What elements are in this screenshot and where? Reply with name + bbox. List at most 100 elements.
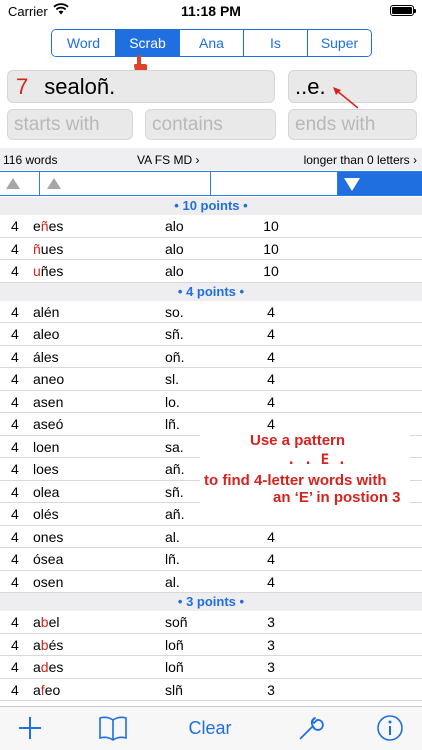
word-part: e: [33, 218, 41, 234]
word-text: ones: [33, 526, 63, 548]
info-bar: 116 words VA FS MD › longer than 0 lette…: [0, 148, 422, 170]
word-text: alén: [33, 301, 59, 323]
tab-is[interactable]: Is: [243, 30, 307, 56]
remaining-letters: lo.: [165, 393, 180, 410]
word-points: 4: [267, 371, 275, 387]
clock: 11:18 PM: [181, 3, 241, 19]
word-length: 4: [11, 416, 19, 432]
length-filter-button[interactable]: longer than 0 letters ›: [304, 153, 417, 167]
word-row[interactable]: 4 alén so. 4: [0, 301, 422, 323]
word-length: 4: [11, 393, 19, 410]
remaining-letters: alo: [165, 218, 184, 234]
tab-scrab[interactable]: Scrab: [115, 30, 179, 56]
info-icon[interactable]: [376, 713, 404, 743]
bottom-toolbar: Clear: [0, 706, 422, 750]
remaining-letters: lñ.: [165, 551, 180, 567]
word-length: 4: [11, 348, 19, 365]
remaining-letters: loñ: [165, 636, 184, 653]
word-length: 4: [11, 614, 19, 630]
word-blank-letter: d: [40, 659, 49, 675]
word-part: aneo: [33, 371, 65, 387]
ends-with-field[interactable]: ends with: [288, 109, 417, 140]
word-points: 10: [263, 263, 279, 279]
sort-length-button[interactable]: [0, 172, 40, 195]
annotation-line-2: . . E .: [287, 452, 347, 468]
letters-input[interactable]: 7 sealoñ.: [7, 70, 275, 103]
word-text: afeo: [33, 679, 60, 701]
word-part: a: [33, 636, 41, 653]
word-row[interactable]: 4 aleo sñ. 4: [0, 323, 422, 346]
remaining-letters: sñ.: [165, 326, 184, 342]
word-text: aneo: [33, 368, 64, 390]
word-length: 4: [11, 483, 19, 500]
word-row[interactable]: 4 aneo sl. 4: [0, 368, 422, 391]
word-length: 4: [11, 371, 19, 387]
word-text: abel: [33, 611, 60, 633]
remaining-letters: soñ: [165, 614, 188, 630]
word-part: asen: [33, 393, 64, 410]
clear-button[interactable]: Clear: [184, 713, 236, 743]
word-part: áles: [33, 348, 59, 365]
word-row[interactable]: 4 uñes alo 10: [0, 260, 422, 283]
word-points: 4: [267, 573, 275, 590]
tab-ana[interactable]: Ana: [179, 30, 243, 56]
word-text: olea: [33, 481, 59, 503]
word-length: 4: [11, 438, 19, 455]
wrench-icon[interactable]: [296, 713, 324, 743]
tab-super[interactable]: Super: [307, 30, 371, 56]
contains-field[interactable]: contains: [145, 109, 276, 140]
sort-word-button[interactable]: [40, 172, 211, 195]
remaining-letters: añ.: [165, 506, 185, 522]
word-part: eo: [44, 681, 61, 698]
tab-word[interactable]: Word: [52, 30, 115, 56]
sort-points-button[interactable]: [338, 172, 422, 195]
word-row[interactable]: 4 ósea lñ. 4: [0, 548, 422, 571]
word-row[interactable]: 4 ñues alo 10: [0, 238, 422, 260]
word-length: 4: [11, 240, 19, 257]
pattern-value: ..e.: [295, 74, 326, 99]
word-part: ñes: [40, 263, 64, 279]
word-points: 4: [267, 303, 275, 320]
word-text: uñes: [33, 260, 63, 282]
word-length: 4: [11, 636, 19, 653]
word-points: 3: [267, 614, 275, 630]
sort-down-icon: [344, 178, 360, 191]
remaining-letters: alo: [165, 240, 184, 257]
word-length: 4: [11, 506, 19, 522]
word-blank-letter: b: [40, 614, 49, 630]
word-part: olea: [33, 483, 60, 500]
remaining-letters: oñ.: [165, 348, 185, 365]
word-points: 3: [267, 681, 275, 698]
word-row[interactable]: 4 ones al. 4: [0, 526, 422, 548]
word-part: loes: [33, 461, 59, 477]
word-part: es: [48, 218, 64, 234]
word-row[interactable]: 4 abés loñ 3: [0, 634, 422, 656]
book-icon[interactable]: [98, 713, 128, 743]
word-row[interactable]: 4 abel soñ 3: [0, 611, 422, 634]
word-part: a: [33, 614, 41, 630]
word-points: 4: [267, 348, 275, 365]
word-row[interactable]: 4 afeo slñ 3: [0, 679, 422, 701]
word-length: 4: [11, 303, 19, 320]
word-row[interactable]: 4 asen lo. 4: [0, 391, 422, 413]
word-row[interactable]: 4 osen al. 4: [0, 571, 422, 593]
remaining-letters: so.: [165, 303, 184, 320]
starts-with-field[interactable]: starts with: [7, 109, 133, 140]
word-length: 4: [11, 326, 19, 342]
annotation-line-3: to find 4-letter words with: [204, 472, 387, 489]
dictionary-sets-button[interactable]: VA FS MD ›: [137, 153, 199, 167]
remaining-letters: slñ: [165, 681, 183, 698]
sort-rack-button[interactable]: [211, 172, 338, 195]
word-row[interactable]: 4 eñes alo 10: [0, 215, 422, 238]
add-icon[interactable]: [17, 713, 43, 743]
letters-value: sealoñ.: [44, 74, 116, 99]
section-header: • 10 points •: [0, 197, 422, 215]
word-row[interactable]: 4 áles oñ. 4: [0, 346, 422, 368]
word-row[interactable]: 4 ades loñ 3: [0, 656, 422, 679]
word-part: loen: [33, 438, 60, 455]
pattern-annotation: Use a pattern . . E . to find 4-letter w…: [200, 430, 410, 510]
word-part: ues: [40, 240, 64, 257]
sort-bar: [0, 171, 422, 196]
word-text: ñues: [33, 238, 63, 260]
word-points: 3: [267, 636, 275, 653]
